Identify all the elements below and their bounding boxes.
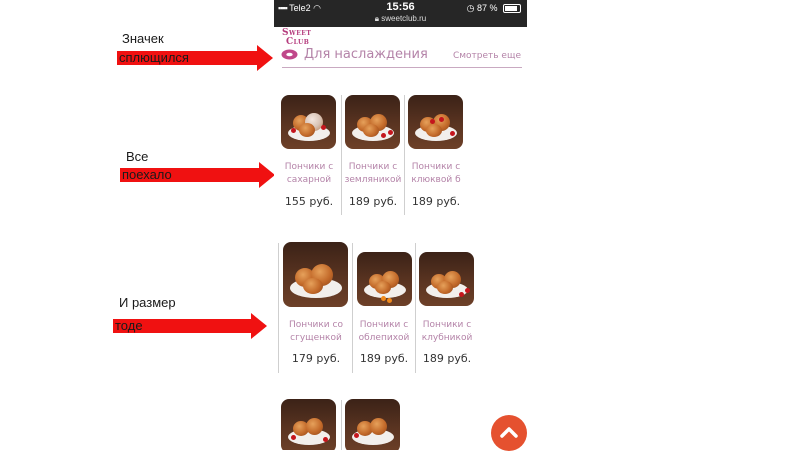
product-photo[interactable] (281, 399, 336, 450)
product-price: 189 руб. (422, 352, 472, 365)
product-photo[interactable] (281, 95, 336, 149)
annotation-title-3: И размер (119, 295, 176, 310)
status-bar: ▪▪▪▪ Tele2 ◠ 15:56 🔒︎ sweetclub.ru ◷ 87 … (274, 0, 527, 27)
product-card[interactable]: Пончики с земляникой 189 руб. (342, 95, 404, 215)
battery-percent: 87 % (476, 3, 498, 13)
logo-line-2: Club (286, 37, 310, 47)
address-bar[interactable]: 🔒︎ sweetclub.ru (274, 14, 527, 24)
product-name[interactable]: Пончики со сгущенкой (281, 319, 351, 345)
product-card[interactable]: Пончики со сгущенкой 179 руб. (281, 242, 351, 372)
annotation-arrow-1: сплющился (117, 45, 273, 71)
product-name[interactable]: Пончики с сахарной (278, 161, 340, 187)
row2-divider-0 (278, 243, 279, 373)
product-name[interactable]: Пончики с облепихой (353, 319, 415, 345)
product-card[interactable]: Пончики с клюквой б 189 руб. (405, 95, 467, 215)
product-name[interactable]: Пончики с земляникой (342, 161, 404, 187)
product-name[interactable]: Пончики с клюквой б (405, 161, 467, 187)
product-photo[interactable] (357, 252, 412, 306)
product-card[interactable] (278, 399, 340, 450)
annotation-arrow-text-3: тоде (115, 318, 143, 333)
section-title: Для наслаждения (304, 47, 428, 62)
product-price: 189 руб. (411, 195, 461, 208)
product-photo[interactable] (345, 399, 400, 450)
product-photo[interactable] (408, 95, 463, 149)
product-name[interactable]: Пончики с клубникой (416, 319, 478, 345)
battery-indicator: ◷ 87 % (467, 3, 521, 14)
annotation-arrow-2: поехало (120, 162, 275, 188)
product-card[interactable] (342, 399, 404, 450)
product-card[interactable]: Пончики с клубникой 189 руб. (416, 252, 478, 372)
scroll-top-button[interactable] (491, 415, 527, 451)
see-more-link[interactable]: Смотреть еще (453, 51, 521, 61)
product-card[interactable]: Пончики с облепихой 189 руб. (353, 252, 415, 372)
annotation-arrow-3: тоде (113, 313, 267, 339)
annotation-title-2: Все (126, 149, 149, 164)
product-card[interactable]: Пончики с сахарной 155 руб. (278, 95, 340, 215)
battery-icon (503, 4, 521, 14)
product-price: 189 руб. (348, 195, 398, 208)
chevron-up-icon (500, 427, 518, 438)
alarm-icon: ◷ (466, 3, 475, 13)
site-logo[interactable]: Sweet Club (282, 29, 311, 47)
donut-icon (281, 49, 298, 60)
section-divider (282, 67, 522, 68)
annotation-arrow-text-2: поехало (122, 167, 172, 182)
lock-icon: 🔒︎ (374, 14, 380, 23)
product-price: 155 руб. (284, 195, 334, 208)
annotation-arrow-text-1: сплющился (119, 50, 189, 65)
annotation-title-1: Значек (122, 31, 164, 46)
product-price: 179 руб. (291, 352, 341, 365)
url-text: sweetclub.ru (381, 14, 427, 23)
phone-screen: ▪▪▪▪ Tele2 ◠ 15:56 🔒︎ sweetclub.ru ◷ 87 … (274, 0, 527, 450)
product-price: 189 руб. (359, 352, 409, 365)
product-photo[interactable] (345, 95, 400, 149)
product-photo[interactable] (283, 242, 348, 307)
product-photo[interactable] (419, 252, 474, 306)
